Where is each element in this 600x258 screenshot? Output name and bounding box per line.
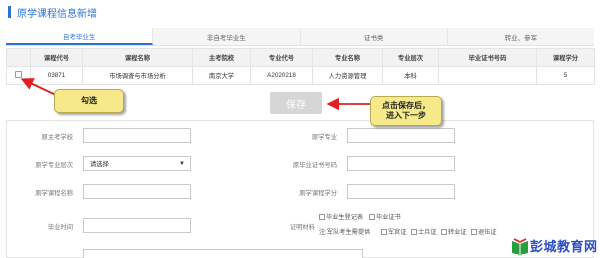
- annotation-arrows: [20, 78, 370, 111]
- arrow-to-checkbox: [20, 78, 59, 97]
- logo-text: 彭城教育网: [530, 239, 598, 254]
- select-hint-callout: 勾选: [54, 89, 124, 113]
- save-hint-callout: 点击保存后， 进入下一步: [370, 96, 442, 126]
- book-icon: [512, 237, 528, 255]
- site-logo: 彭城教育网: [510, 236, 598, 255]
